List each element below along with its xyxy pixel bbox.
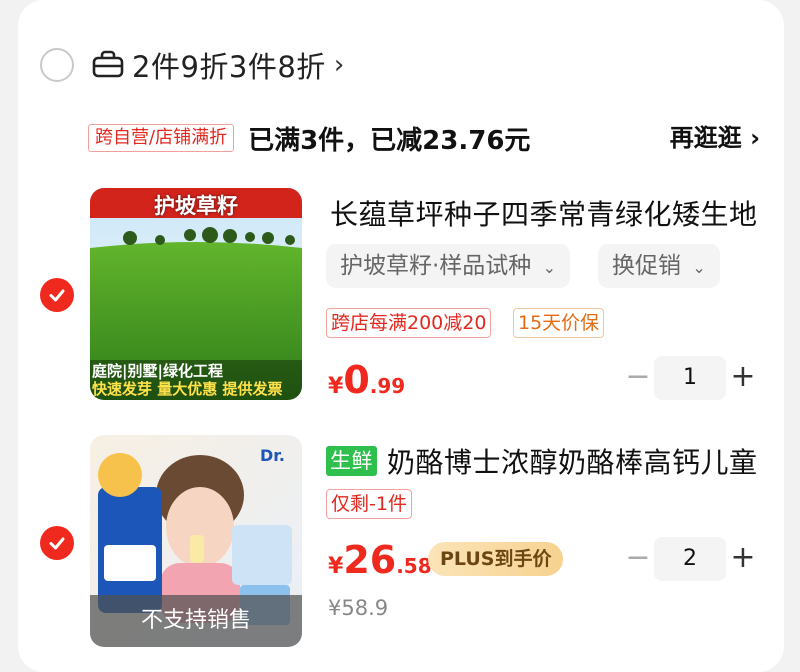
chevron-down-icon: ⌄ xyxy=(542,258,557,277)
checkmark-icon xyxy=(49,537,65,550)
browse-more-link[interactable]: 再逛逛 › xyxy=(670,120,760,156)
item-price: ¥26.58 xyxy=(328,538,432,582)
item-select-checkbox[interactable] xyxy=(40,526,74,560)
promo-status-row: 跨自营/店铺满折 已满3件，已减23.76元 再逛逛 › xyxy=(88,120,760,156)
stock-tag: 仅剩-1件 xyxy=(326,489,412,519)
decrease-qty-button[interactable]: − xyxy=(623,362,653,392)
increase-qty-button[interactable]: + xyxy=(728,543,758,573)
product-title[interactable]: 长蕴草坪种子四季常青绿化矮生地 xyxy=(330,193,758,233)
item-price: ¥0.99 xyxy=(328,358,405,402)
item-select-checkbox[interactable] xyxy=(40,278,74,312)
quantity-input[interactable]: 1 xyxy=(654,356,726,400)
checkmark-icon xyxy=(49,289,65,302)
group-select-radio[interactable] xyxy=(40,48,74,82)
brand-logo: Dr. xyxy=(260,446,285,465)
chevron-down-icon: ⌄ xyxy=(692,258,706,277)
thumbnail-caption: 快速发芽 量大优惠 提供发票 xyxy=(92,380,283,398)
original-price: ¥58.9 xyxy=(328,596,389,620)
spec-selector[interactable]: 护坡草籽·样品试种 ⌄ xyxy=(326,244,571,288)
increase-qty-button[interactable]: + xyxy=(728,362,758,392)
plus-price-badge: PLUS到手价 xyxy=(428,542,564,576)
thumbnail-title: 护坡草籽 xyxy=(154,194,238,218)
price-decimal: .99 xyxy=(369,374,406,398)
unavailable-overlay: 不支持销售 xyxy=(90,595,302,647)
decrease-qty-button[interactable]: − xyxy=(623,543,653,573)
price-protect-tag: 15天价保 xyxy=(513,308,605,338)
coupon-tag: 跨店每满200减20 xyxy=(326,308,492,338)
product-thumbnail[interactable]: Dr. 不支持销售 xyxy=(90,435,302,647)
price-integer: 0 xyxy=(343,358,370,402)
promo-type-tag: 跨自营/店铺满折 xyxy=(88,124,235,152)
promo-status-text: 已满3件，已减23.76元 xyxy=(248,125,531,156)
chevron-right-icon: › xyxy=(333,50,345,80)
fresh-badge: 生鲜 xyxy=(326,446,377,476)
promo-group-header[interactable]: 2件9折3件8折 › xyxy=(40,45,344,85)
discount-bag-icon xyxy=(92,50,124,78)
change-promo-label: 换促销 xyxy=(612,253,681,279)
change-promo-button[interactable]: 换促销 ⌄ xyxy=(598,244,720,288)
product-thumbnail[interactable]: 护坡草籽 庭院|别墅|绿化工程 快速发芽 量大优惠 提供发票 xyxy=(90,188,302,400)
product-title-text: 奶酪博士浓醇奶酪棒高钙儿童 xyxy=(387,446,758,479)
product-title[interactable]: 生鲜 奶酪博士浓醇奶酪棒高钙儿童 xyxy=(326,441,758,481)
price-currency: ¥ xyxy=(328,374,344,399)
promo-group-text: 2件9折3件8折 xyxy=(132,50,326,84)
quantity-input[interactable]: 2 xyxy=(654,537,726,581)
price-decimal: .58 xyxy=(396,554,432,578)
price-integer: 26 xyxy=(343,538,397,582)
price-currency: ¥ xyxy=(328,554,344,579)
spec-label: 护坡草籽·样品试种 xyxy=(340,253,532,279)
